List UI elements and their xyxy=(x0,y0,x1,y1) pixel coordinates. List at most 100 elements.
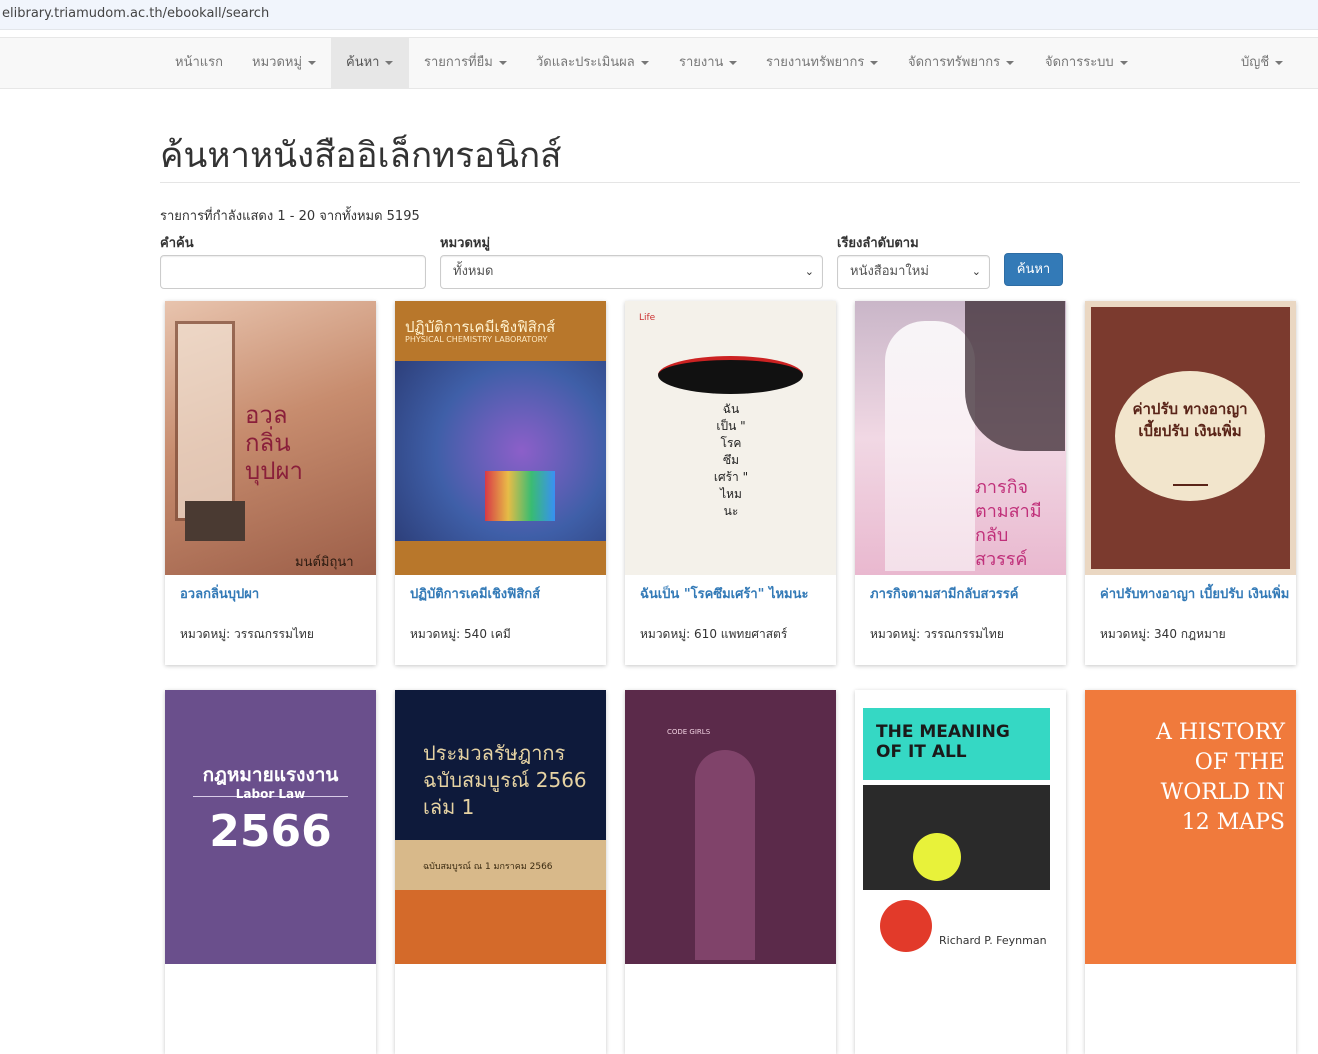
book-card[interactable]: THE MEANING OF IT ALL Richard P. Feynman xyxy=(855,690,1066,1054)
keyword-input[interactable] xyxy=(160,255,426,289)
nav-assessment[interactable]: วัดและประเมินผล xyxy=(521,38,664,88)
cover-title: อวล กลิ่น บุปผา xyxy=(245,401,304,485)
book-category: หมวดหมู่: 610 แพทยศาสตร์ xyxy=(640,625,787,644)
book-cover[interactable]: A HISTORY OF THE WORLD IN 12 MAPS xyxy=(1085,690,1296,964)
category-value: 540 เคมี xyxy=(464,627,511,641)
caret-down-icon xyxy=(498,60,507,65)
nav-manage-resources-label: จัดการทรัพยากร xyxy=(908,55,1001,70)
chevron-down-icon: ⌄ xyxy=(971,265,981,278)
book-cover[interactable]: CODE GIRLS xyxy=(625,690,836,964)
divider-line xyxy=(1173,484,1208,486)
nav-account-label: บัญชี xyxy=(1241,55,1270,70)
cover-title: ประมวลรัษฎากร ฉบับสมบูรณ์ 2566 เล่ม 1 xyxy=(423,741,587,819)
book-cover[interactable]: ภารกิจ ตามสามี กลับสวรรค์ xyxy=(855,301,1066,575)
sort-value: หนังสือมาใหม่ xyxy=(850,264,929,279)
yellow-dot-decoration xyxy=(913,833,961,881)
cover-edition: ฉบับสมบูรณ์ ณ 1 มกราคม 2566 xyxy=(423,862,553,872)
top-navbar: หน้าแรก หมวดหมู่ ค้นหา รายการที่ยืม วัดแ… xyxy=(0,37,1318,89)
cover-title: CODE GIRLS xyxy=(667,728,711,736)
cover-subtitle: Labor Law xyxy=(235,787,306,801)
book-cover[interactable]: ค่าปรับ ทางอาญา เบี้ยปรับ เงินเพิ่ม xyxy=(1085,301,1296,575)
category-prefix: หมวดหมู่: xyxy=(180,627,231,641)
nav-resource-reports[interactable]: รายงานทรัพยากร xyxy=(751,38,893,88)
book-category: หมวดหมู่: วรรณกรรมไทย xyxy=(180,625,314,644)
cover-title: กฎหมายแรงงาน xyxy=(202,764,339,786)
caret-down-icon xyxy=(870,60,879,65)
category-value: วรรณกรรมไทย xyxy=(234,627,314,641)
character-illustration xyxy=(885,321,975,571)
category-prefix: หมวดหมู่: xyxy=(640,627,691,641)
book-card[interactable]: กฎหมายแรงงาน Labor Law 2566 xyxy=(165,690,376,1054)
nav-account[interactable]: บัญชี xyxy=(1226,38,1298,88)
title-divider xyxy=(160,182,1300,183)
book-card[interactable]: A HISTORY OF THE WORLD IN 12 MAPS xyxy=(1085,690,1296,1054)
window-frame-decoration xyxy=(175,321,235,521)
cover-author: มนต์มิถุนา xyxy=(295,555,354,570)
category-value: วรรณกรรมไทย xyxy=(924,627,1004,641)
nav-reports-label: รายงาน xyxy=(679,55,724,70)
flasks-decoration xyxy=(485,471,555,521)
book-card[interactable]: ค่าปรับ ทางอาญา เบี้ยปรับ เงินเพิ่ม ค่าป… xyxy=(1085,301,1296,665)
caret-down-icon xyxy=(729,60,738,65)
nav-system-admin[interactable]: จัดการระบบ xyxy=(1030,38,1143,88)
cover-year: 2566 xyxy=(209,806,332,857)
nav-categories-label: หมวดหมู่ xyxy=(252,55,303,70)
caret-down-icon xyxy=(1119,60,1128,65)
book-title-link[interactable]: ปฏิบัติการเคมีเชิงฟิสิกส์ xyxy=(410,585,600,604)
caret-down-icon xyxy=(308,60,317,65)
go-board-decoration xyxy=(185,501,245,541)
nav-borrowed-label: รายการที่ยืม xyxy=(424,55,493,70)
caret-down-icon xyxy=(1006,60,1015,65)
book-category: หมวดหมู่: 540 เคมี xyxy=(410,625,511,644)
caret-down-icon xyxy=(1275,60,1284,65)
category-label: หมวดหมู่ xyxy=(440,236,491,251)
book-cover[interactable]: ปฏิบัติการเคมีเชิงฟิสิกส์ PHYSICAL CHEMI… xyxy=(395,301,606,575)
book-card[interactable]: อวล กลิ่น บุปผา มนต์มิถุนา อวลกลิ่นบุปผา… xyxy=(165,301,376,665)
book-title-link[interactable]: ค่าปรับทางอาญา เบี้ยปรับ เงินเพิ่ม xyxy=(1100,585,1290,604)
category-prefix: หมวดหมู่: xyxy=(870,627,921,641)
book-card[interactable]: CODE GIRLS xyxy=(625,690,836,1054)
page-title: ค้นหาหนังสืออิเล็กทรอนิกส์ xyxy=(160,136,562,176)
category-value: 340 กฎหมาย xyxy=(1154,627,1226,641)
search-button[interactable]: ค้นหา xyxy=(1004,253,1063,286)
red-dot-decoration xyxy=(880,900,932,952)
cover-title: A HISTORY OF THE WORLD IN 12 MAPS xyxy=(1156,720,1285,835)
address-bar[interactable]: elibrary.triamudom.ac.th/ebookall/search xyxy=(0,0,1318,30)
url-text: elibrary.triamudom.ac.th/ebookall/search xyxy=(2,6,270,21)
category-prefix: หมวดหมู่: xyxy=(410,627,461,641)
book-title-link[interactable]: อวลกลิ่นบุปผา xyxy=(180,585,370,604)
figure-illustration xyxy=(695,750,755,960)
nav-manage-resources[interactable]: จัดการทรัพยากร xyxy=(893,38,1029,88)
nav-reports[interactable]: รายงาน xyxy=(664,38,752,88)
character-illustration xyxy=(965,301,1065,451)
book-card[interactable]: ประมวลรัษฎากร ฉบับสมบูรณ์ 2566 เล่ม 1 ฉบ… xyxy=(395,690,606,1054)
keyword-label: คำค้น xyxy=(160,236,194,251)
book-cover[interactable]: กฎหมายแรงงาน Labor Law 2566 xyxy=(165,690,376,964)
cover-title: ภารกิจ ตามสามี กลับสวรรค์ xyxy=(975,477,1042,570)
hole-illustration xyxy=(658,356,803,394)
sort-select[interactable]: หนังสือมาใหม่ ⌄ xyxy=(837,255,990,289)
book-title-link[interactable]: ฉันเป็น "โรคซึมเศร้า" ไหมนะ xyxy=(640,585,830,604)
book-category: หมวดหมู่: วรรณกรรมไทย xyxy=(870,625,1004,644)
nav-home[interactable]: หน้าแรก xyxy=(160,38,238,88)
nav-borrowed[interactable]: รายการที่ยืม xyxy=(409,38,522,88)
sort-label: เรียงลำดับตาม xyxy=(837,236,919,251)
cover-band-orange xyxy=(395,890,606,964)
nav-search[interactable]: ค้นหา xyxy=(331,38,409,88)
cover-publisher: Life xyxy=(639,313,656,323)
book-card[interactable]: ภารกิจ ตามสามี กลับสวรรค์ ภารกิจตามสามีก… xyxy=(855,301,1066,665)
book-card[interactable]: Life ฉัน เป็น " โรค ซึม เศร้า " ไหม นะ ฉ… xyxy=(625,301,836,665)
nav-categories[interactable]: หมวดหมู่ xyxy=(237,38,331,88)
book-card[interactable]: ปฏิบัติการเคมีเชิงฟิสิกส์ PHYSICAL CHEMI… xyxy=(395,301,606,665)
caret-down-icon xyxy=(385,60,394,65)
book-cover[interactable]: Life ฉัน เป็น " โรค ซึม เศร้า " ไหม นะ xyxy=(625,301,836,575)
nav-resource-reports-label: รายงานทรัพยากร xyxy=(766,55,865,70)
nav-system-admin-label: จัดการระบบ xyxy=(1045,55,1114,70)
book-cover[interactable]: THE MEANING OF IT ALL Richard P. Feynman xyxy=(855,690,1066,964)
category-select[interactable]: ทั้งหมด ⌄ xyxy=(440,255,823,289)
portrait-photo xyxy=(863,785,1050,890)
book-cover[interactable]: ประมวลรัษฎากร ฉบับสมบูรณ์ 2566 เล่ม 1 ฉบ… xyxy=(395,690,606,964)
book-title-link[interactable]: ภารกิจตามสามีกลับสวรรค์ xyxy=(870,585,1060,604)
cover-subtitle: PHYSICAL CHEMISTRY LABORATORY xyxy=(405,335,548,344)
book-cover[interactable]: อวล กลิ่น บุปผา มนต์มิถุนา xyxy=(165,301,376,575)
